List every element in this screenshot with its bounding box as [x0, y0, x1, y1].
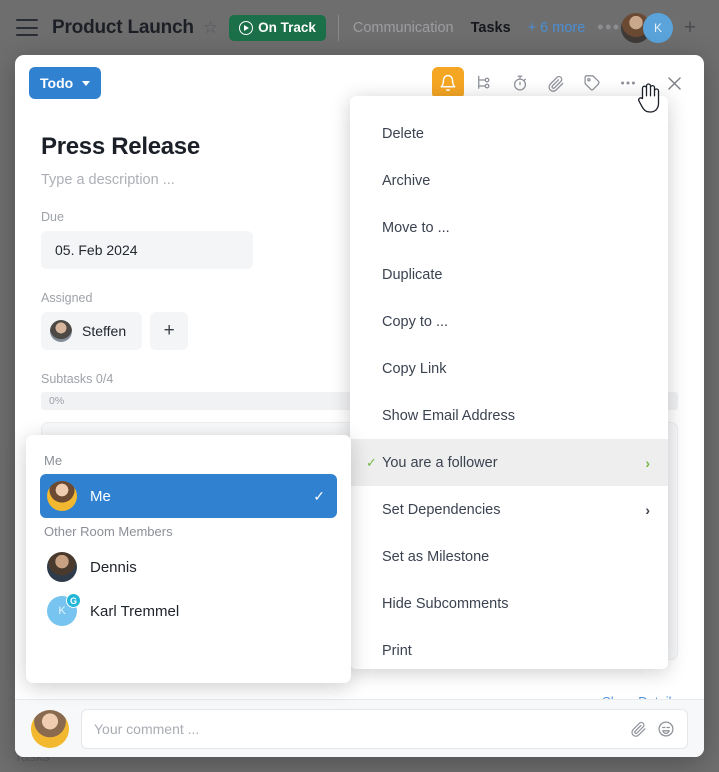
- menu-item-set-dependencies[interactable]: Set Dependencies ›: [350, 486, 668, 533]
- menu-item-set-as-milestone[interactable]: Set as Milestone: [350, 533, 668, 580]
- task-status-select[interactable]: Todo: [29, 67, 102, 99]
- chevron-down-icon: [82, 80, 91, 86]
- tab-more[interactable]: + 6 more: [528, 20, 586, 36]
- attachment-icon[interactable]: [630, 720, 647, 737]
- menu-item-show-email-address[interactable]: Show Email Address: [350, 392, 668, 439]
- comment-bar: [15, 699, 704, 757]
- guest-badge: G: [66, 593, 81, 608]
- member-section-title: Me: [44, 453, 63, 468]
- check-icon: ✓: [366, 454, 377, 470]
- tab-communication[interactable]: Communication: [353, 20, 454, 36]
- menu-item-move-to[interactable]: Move to ...: [350, 204, 668, 251]
- app-top-bar: Product Launch ☆ On Track Communication …: [0, 0, 719, 55]
- chevron-right-icon: ›: [645, 454, 650, 471]
- member-option-me[interactable]: Me ✓: [40, 474, 337, 518]
- task-options-menu: Delete Archive Move to ... Duplicate Cop…: [350, 96, 668, 669]
- bell-icon[interactable]: [432, 67, 464, 99]
- avatar: [47, 552, 77, 582]
- add-member-button[interactable]: +: [675, 13, 705, 43]
- menu-icon[interactable]: [16, 19, 38, 36]
- avatar: K G: [47, 593, 81, 626]
- subtasks-count: 0/4: [95, 372, 114, 386]
- member-picker-popup: Me Me ✓ Other Room Members Dennis K G Ka…: [26, 435, 351, 683]
- chevron-right-icon: ›: [645, 501, 650, 518]
- member-section-title: Other Room Members: [44, 524, 173, 539]
- member-avatar-group: K +: [621, 12, 709, 43]
- emoji-icon[interactable]: [657, 720, 675, 738]
- play-circle-icon: [239, 20, 254, 35]
- tab-tasks[interactable]: Tasks: [471, 20, 511, 36]
- close-icon[interactable]: [658, 67, 690, 99]
- member-option-karl-tremmel[interactable]: K G Karl Tremmel: [40, 589, 337, 633]
- assignee-name: Steffen: [82, 323, 127, 339]
- avatar-initial: K: [58, 605, 66, 617]
- attachment-icon[interactable]: [540, 67, 572, 99]
- avatar: [31, 709, 69, 748]
- assignee-chip[interactable]: Steffen: [41, 312, 143, 350]
- menu-item-delete[interactable]: Delete: [350, 110, 668, 157]
- check-icon: ✓: [313, 487, 325, 504]
- due-date-field[interactable]: 05. Feb 2024: [41, 231, 253, 269]
- star-icon[interactable]: ☆: [203, 19, 218, 36]
- more-options-icon[interactable]: [612, 67, 644, 99]
- menu-item-archive[interactable]: Archive: [350, 157, 668, 204]
- menu-item-hide-subcomments[interactable]: Hide Subcomments: [350, 580, 668, 627]
- menu-item-copy-to[interactable]: Copy to ...: [350, 298, 668, 345]
- subtasks-icon[interactable]: [468, 67, 500, 99]
- menu-item-you-are-a-follower[interactable]: ✓ You are a follower ›: [350, 439, 668, 486]
- avatar[interactable]: K: [643, 12, 673, 43]
- subtasks-title: Subtasks: [41, 372, 93, 386]
- comment-input-wrapper[interactable]: [81, 708, 688, 749]
- menu-item-copy-link[interactable]: Copy Link: [350, 345, 668, 392]
- menu-item-duplicate[interactable]: Duplicate: [350, 251, 668, 298]
- task-status-label: Todo: [40, 75, 74, 91]
- avatar: [47, 481, 77, 511]
- member-option-dennis[interactable]: Dennis: [40, 545, 337, 589]
- project-status-label: On Track: [258, 20, 316, 35]
- member-name: Karl Tremmel: [90, 602, 180, 620]
- modal-toolbar-icons: [432, 67, 690, 99]
- project-title: Product Launch: [52, 16, 194, 38]
- member-name: Me: [90, 487, 111, 505]
- toolbar-divider: [337, 14, 339, 41]
- add-assignee-button[interactable]: +: [150, 312, 189, 350]
- tabs-overflow-icon[interactable]: •••: [597, 18, 620, 36]
- menu-item-print[interactable]: Print: [350, 627, 668, 674]
- project-status-badge[interactable]: On Track: [229, 14, 326, 41]
- member-name: Dennis: [90, 558, 137, 576]
- tag-icon[interactable]: [576, 67, 608, 99]
- progress-percent-label: 0%: [49, 395, 65, 407]
- avatar: [50, 320, 72, 342]
- stopwatch-icon[interactable]: [504, 67, 536, 99]
- comment-input[interactable]: [94, 720, 620, 737]
